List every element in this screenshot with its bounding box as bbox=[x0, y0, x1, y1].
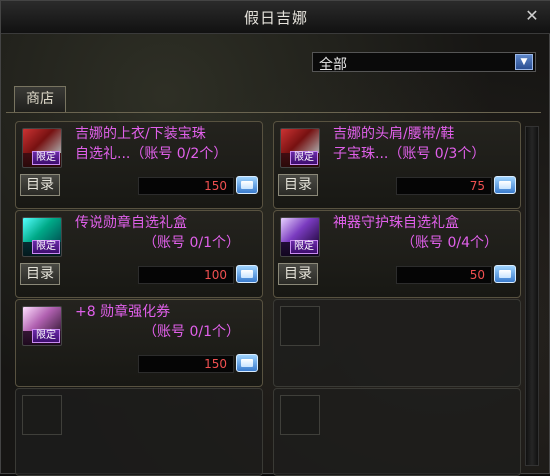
empty-icon-slot bbox=[22, 395, 62, 435]
catalog-button[interactable]: 目录 bbox=[20, 174, 60, 196]
item-name: 吉娜的上衣/下装宝珠 自选礼...（账号 0/2个） bbox=[75, 124, 261, 164]
empty-item-slot bbox=[273, 388, 521, 476]
limited-badge: 限定 bbox=[32, 151, 60, 165]
price-box: 75 bbox=[396, 177, 492, 195]
currency-icon bbox=[236, 354, 258, 372]
currency-icon bbox=[236, 176, 258, 194]
category-dropdown-value: 全部 bbox=[319, 57, 347, 73]
catalog-button[interactable]: 目录 bbox=[278, 263, 318, 285]
empty-icon-slot bbox=[280, 306, 320, 346]
artifact-box-icon: 限定 bbox=[280, 217, 320, 257]
shop-item[interactable]: 限定 +8 勋章强化券 （账号 0/1个） 150 bbox=[15, 299, 263, 387]
currency-icon bbox=[494, 265, 516, 283]
chest-icon: 限定 bbox=[280, 128, 320, 168]
item-name: +8 勋章强化券 （账号 0/1个） bbox=[75, 302, 261, 342]
shop-item[interactable]: 限定 吉娜的上衣/下装宝珠 自选礼...（账号 0/2个） 目录 150 bbox=[15, 121, 263, 209]
empty-item-slot bbox=[15, 388, 263, 476]
gift-box-icon bbox=[281, 218, 319, 242]
shop-item[interactable]: 限定 吉娜的头肩/腰带/鞋 子宝珠...（账号 0/3个） 目录 75 bbox=[273, 121, 521, 209]
limited-badge: 限定 bbox=[32, 329, 60, 343]
item-name-line2: 自选礼...（账号 0/2个） bbox=[75, 146, 228, 162]
price-value: 150 bbox=[204, 357, 227, 371]
price-value: 100 bbox=[204, 268, 227, 282]
empty-item-slot bbox=[273, 299, 521, 387]
price-value: 150 bbox=[204, 179, 227, 193]
catalog-button[interactable]: 目录 bbox=[20, 263, 60, 285]
enhance-ticket-icon: 限定 bbox=[22, 306, 62, 346]
dropdown-arrow-icon[interactable]: ▼ bbox=[515, 54, 533, 70]
category-dropdown[interactable]: 全部 ▼ bbox=[312, 52, 536, 73]
shop-item[interactable]: 限定 传说勋章自选礼盒 （账号 0/1个） 目录 100 bbox=[15, 210, 263, 298]
price-box: 100 bbox=[138, 266, 234, 284]
shop-item[interactable]: 限定 神器守护珠自选礼盒 （账号 0/4个） 目录 50 bbox=[273, 210, 521, 298]
price-box: 150 bbox=[138, 177, 234, 195]
limited-badge: 限定 bbox=[32, 240, 60, 254]
currency-icon bbox=[494, 176, 516, 194]
item-name-line2: （账号 0/1个） bbox=[143, 324, 240, 340]
price-value: 50 bbox=[469, 268, 485, 282]
price-box: 150 bbox=[138, 355, 234, 373]
scrollbar[interactable] bbox=[525, 126, 539, 466]
item-name-line2: 子宝珠...（账号 0/3个） bbox=[333, 146, 486, 162]
item-name-line2: （账号 0/1个） bbox=[143, 235, 240, 251]
gift-box-icon bbox=[281, 129, 319, 153]
item-name-line1: 传说勋章自选礼盒 bbox=[75, 215, 187, 231]
item-name-line1: 吉娜的上衣/下装宝珠 bbox=[75, 126, 206, 142]
gift-box-icon bbox=[23, 129, 61, 153]
title-bar: 假日吉娜 ✕ bbox=[1, 1, 550, 34]
item-name: 传说勋章自选礼盒 （账号 0/1个） bbox=[75, 213, 261, 253]
close-icon[interactable]: ✕ bbox=[523, 7, 541, 25]
item-name: 神器守护珠自选礼盒 （账号 0/4个） bbox=[333, 213, 519, 253]
gift-box-icon bbox=[23, 218, 61, 242]
medal-box-icon: 限定 bbox=[22, 217, 62, 257]
window-title: 假日吉娜 bbox=[243, 9, 308, 27]
shop-window: 假日吉娜 ✕ 全部 ▼ 商店 限定 吉娜的上衣/下装宝珠 自选礼...（账号 0… bbox=[0, 0, 550, 476]
price-box: 50 bbox=[396, 266, 492, 284]
currency-icon bbox=[236, 265, 258, 283]
price-value: 75 bbox=[469, 179, 485, 193]
limited-badge: 限定 bbox=[290, 240, 318, 254]
item-name: 吉娜的头肩/腰带/鞋 子宝珠...（账号 0/3个） bbox=[333, 124, 519, 164]
catalog-button[interactable]: 目录 bbox=[278, 174, 318, 196]
chest-icon: 限定 bbox=[22, 128, 62, 168]
empty-icon-slot bbox=[280, 395, 320, 435]
tab-shop[interactable]: 商店 bbox=[14, 86, 66, 112]
limited-badge: 限定 bbox=[290, 151, 318, 165]
item-name-line1: +8 勋章强化券 bbox=[75, 304, 171, 320]
item-name-line1: 神器守护珠自选礼盒 bbox=[333, 215, 459, 231]
item-name-line1: 吉娜的头肩/腰带/鞋 bbox=[333, 126, 455, 142]
ticket-icon bbox=[23, 307, 61, 331]
item-name-line2: （账号 0/4个） bbox=[401, 235, 498, 251]
